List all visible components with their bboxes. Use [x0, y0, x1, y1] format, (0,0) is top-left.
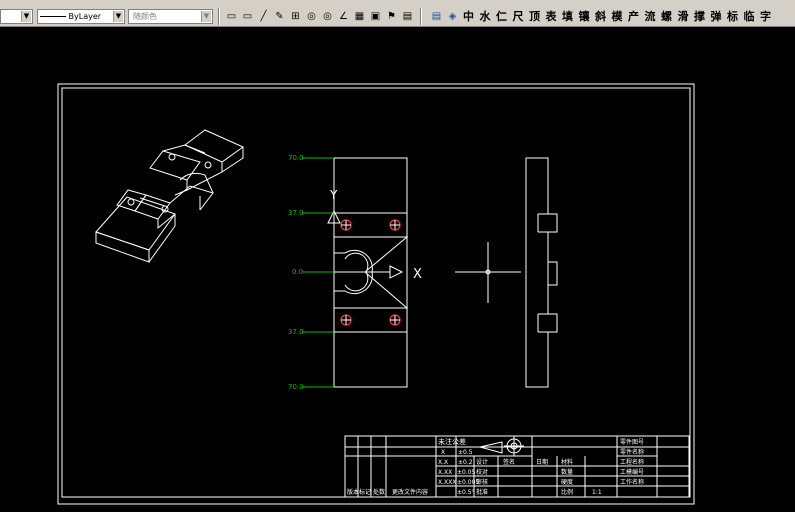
cn-tool-button[interactable]: 中 — [463, 8, 474, 25]
review-label: 审核 — [476, 478, 488, 486]
tol-key: X.XX — [438, 469, 452, 476]
toolbar-separator — [420, 8, 422, 25]
circle-tool-icon[interactable]: ◎ — [321, 8, 334, 25]
grid-tool-icon[interactable]: ▦ — [353, 8, 366, 25]
cn-tool-button[interactable]: 滑 — [678, 8, 689, 25]
tol-value: ±0.05 — [457, 469, 476, 476]
drawing-svg: 70.0 37.0 0.0 37.0 70.0 Y X 未注公差 X ±0.5 … — [57, 83, 695, 505]
design-label: 设计 — [476, 458, 488, 466]
table-tool-icon[interactable]: ▤ — [401, 8, 414, 25]
dim-label: 37.0 — [288, 328, 304, 336]
angle-tool-icon[interactable]: ∠ — [337, 8, 350, 25]
tol-value: ±0.5 — [458, 449, 473, 456]
dim-label: 0.0 — [292, 268, 303, 276]
ucs-axes — [327, 209, 404, 279]
line-sample-icon — [40, 16, 66, 17]
cad-toolbar: ▼ ByLayer ▼ 随颜色 ▼ ▭ ▭ ╱ ✎ ⊞ ◎ ◎ ∠ ▦ ▣ ⚑ ▤ ▤ ◈ 中水仁尺顶… — [0, 0, 795, 27]
center-crosshair — [455, 242, 521, 303]
cn-tool-button[interactable]: 标 — [727, 8, 738, 25]
cn-tool-button[interactable]: 仁 — [496, 8, 507, 25]
chevron-down-icon[interactable]: ▼ — [201, 11, 211, 22]
dim-label: 70.0 — [288, 154, 304, 162]
revision-header: 版本 — [347, 488, 359, 496]
approve-label: 批准 — [476, 488, 488, 496]
side-view — [525, 157, 558, 388]
part-name-label: 零件名称 — [620, 448, 644, 456]
tolerance-title: 未注公差 — [438, 437, 466, 446]
cn-tool-button[interactable]: 填 — [562, 8, 573, 25]
hole-icon — [168, 153, 176, 161]
linetype-combo-value: ByLayer — [68, 12, 102, 21]
projection-symbol-icon — [504, 436, 524, 456]
toolbar-separator — [218, 8, 220, 25]
cn-tool-button[interactable]: 撑 — [694, 8, 705, 25]
cn-tool-button[interactable]: 顶 — [529, 8, 540, 25]
cn-tool-button[interactable]: 流 — [645, 8, 656, 25]
quantity-label: 数量 — [561, 468, 573, 476]
cn-tool-button[interactable]: 镶 — [579, 8, 590, 25]
hole-icon — [127, 198, 135, 206]
layer-combo[interactable]: ▼ — [0, 9, 33, 24]
material-label: 材料 — [561, 458, 573, 466]
hardness-label: 硬度 — [561, 478, 573, 486]
rect-tool-icon[interactable]: ▭ — [225, 8, 238, 25]
line-tool-icon[interactable]: ╱ — [257, 8, 270, 25]
chevron-down-icon[interactable]: ▼ — [113, 11, 123, 22]
circle-tool-icon[interactable]: ◎ — [305, 8, 318, 25]
cn-tool-button[interactable]: 尺 — [513, 8, 524, 25]
revision-header: 处数 — [373, 488, 385, 496]
revision-header: 标记 — [359, 488, 371, 496]
dim-tool-icon[interactable]: ⊞ — [289, 8, 302, 25]
flag-tool-icon[interactable]: ⚑ — [385, 8, 398, 25]
cn-tool-button[interactable]: 临 — [744, 8, 755, 25]
erase-tool-icon[interactable]: ✎ — [273, 8, 286, 25]
dim-label: 37.0 — [288, 209, 304, 217]
tol-key: X — [441, 449, 445, 456]
scale-value: 1:1 — [592, 489, 602, 496]
cn-tool-button[interactable]: 弹 — [711, 8, 722, 25]
cn-tool-button[interactable]: 水 — [480, 8, 491, 25]
y-axis-label: Y — [329, 188, 338, 202]
revision-header: 更改文件内容 — [392, 488, 428, 496]
drawing-canvas[interactable]: 70.0 37.0 0.0 37.0 70.0 Y X 未注公差 X ±0.5 … — [0, 27, 795, 508]
cn-tool-button[interactable]: 产 — [628, 8, 639, 25]
frame-tool-icon[interactable]: ▣ — [369, 8, 382, 25]
cn-tool-button[interactable]: 表 — [546, 8, 557, 25]
tol-value: ±0.5° — [457, 489, 475, 496]
mold-no-label: 工模编号 — [620, 468, 644, 476]
color-combo[interactable]: 随颜色 ▼ — [128, 9, 213, 24]
work-name-label: 工作名称 — [620, 478, 644, 486]
toolbar-top-strip — [0, 0, 795, 6]
cn-tool-button[interactable]: 模 — [612, 8, 623, 25]
check-label: 校对 — [476, 468, 488, 476]
tol-key: X.XXX — [438, 479, 456, 486]
tol-value: ±0.2 — [458, 459, 473, 466]
cn-tool-button[interactable]: 字 — [760, 8, 771, 25]
x-axis-label: X — [413, 267, 422, 282]
layers-icon[interactable]: ▤ — [430, 8, 443, 25]
hole-icon — [204, 161, 212, 169]
signature-label: 签名 — [503, 458, 515, 466]
tol-key: X.X — [438, 459, 448, 466]
isometric-view — [95, 129, 245, 263]
scale-label: 比例 — [561, 488, 573, 496]
rect-tool-icon[interactable]: ▭ — [241, 8, 254, 25]
date-label: 日期 — [536, 458, 548, 466]
project-name-label: 工程名称 — [620, 458, 644, 466]
cn-tool-button[interactable]: 斜 — [595, 8, 606, 25]
dim-label: 70.0 — [288, 383, 304, 391]
color-combo-value: 随颜色 — [133, 12, 157, 21]
linetype-combo[interactable]: ByLayer ▼ — [37, 9, 125, 24]
part-no-label: 零件图号 — [620, 438, 644, 446]
sheet-outer-border — [57, 83, 695, 505]
properties-icon[interactable]: ◈ — [446, 8, 459, 25]
cn-tool-button[interactable]: 螺 — [661, 8, 672, 25]
chevron-down-icon[interactable]: ▼ — [21, 11, 31, 22]
